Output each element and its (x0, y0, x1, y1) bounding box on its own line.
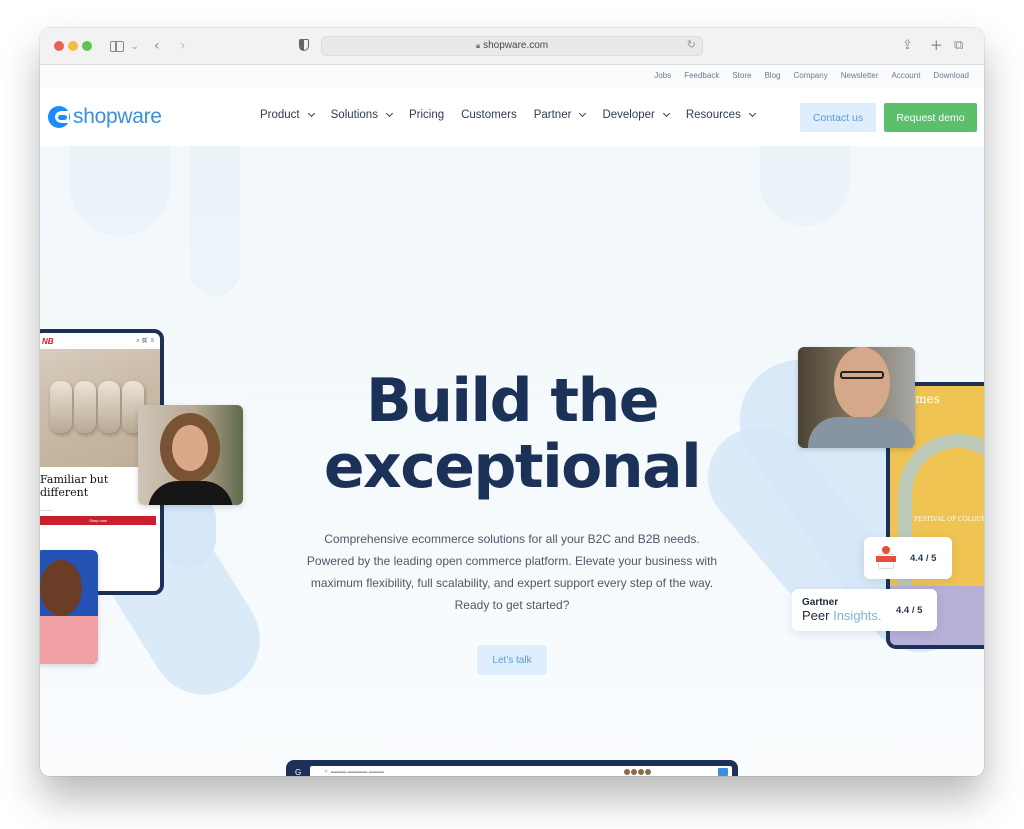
close-window-button[interactable] (54, 41, 64, 51)
nav-item-resources[interactable]: Resources (685, 109, 756, 121)
chevron-down-icon (748, 109, 756, 118)
contact-us-button[interactable]: Contact us (800, 103, 876, 132)
dashboard-breadcrumb: ✕ ▬▬▬ ▬▬▬▬ ▬▬▬ (324, 769, 384, 775)
utility-link-company[interactable]: Company (793, 71, 827, 80)
browser-toolbar: ⌄ ‹ › 🔒︎ shopware.com ↻ ⇪ + ⧉ (40, 28, 984, 65)
nav-item-pricing[interactable]: Pricing (409, 109, 444, 121)
reload-icon[interactable]: ↻ (687, 38, 696, 51)
lock-icon: 🔒︎ (475, 41, 481, 50)
utility-link-jobs[interactable]: Jobs (654, 71, 671, 80)
dashboard-avatars (624, 769, 654, 775)
request-demo-button[interactable]: Request demo (884, 103, 977, 132)
chevron-down-icon (307, 109, 315, 118)
customer-photo-laughing (40, 550, 98, 664)
gartner-brand: Gartner (802, 597, 839, 608)
utility-link-download[interactable]: Download (933, 71, 969, 80)
chevron-down-icon[interactable]: ⌄ (131, 37, 139, 57)
hero-title-line2: exceptional (323, 432, 702, 502)
logo-text: shopware (73, 105, 162, 128)
dashboard-action-button (718, 768, 728, 776)
admin-dashboard-preview: G ✕ ▬▬▬ ▬▬▬▬ ▬▬▬ (286, 760, 738, 776)
sidebar-icon[interactable] (110, 41, 124, 52)
gartner-rating-card: Gartner Peer Insights. 4.4 / 5 (792, 589, 937, 631)
g2-badge-icon (876, 546, 896, 570)
utility-link-newsletter[interactable]: Newsletter (841, 71, 879, 80)
background-shape (190, 146, 240, 296)
g2-rating-card: 4.4 / 5 (864, 537, 952, 579)
chevron-down-icon (579, 109, 587, 118)
background-shape (760, 146, 850, 226)
shopware-logo-icon (48, 106, 70, 128)
g2-rating-value: 4.4 / 5 (910, 552, 937, 564)
chevron-down-icon (385, 109, 393, 118)
chevron-right-icon[interactable]: › (180, 36, 186, 56)
tabs-overview-icon[interactable]: ⧉ (954, 36, 963, 56)
chevron-down-icon (662, 109, 670, 118)
store-logo: NB (42, 336, 54, 346)
utility-link-account[interactable]: Account (892, 71, 921, 80)
utility-nav: Jobs Feedback Store Blog Company Newslet… (40, 65, 984, 89)
nav-label: Product (260, 109, 300, 121)
nav-label: Customers (461, 109, 517, 121)
utility-link-store[interactable]: Store (732, 71, 751, 80)
plus-icon[interactable]: + (930, 35, 943, 55)
gartner-rating-value: 4.4 / 5 (896, 604, 923, 616)
background-shape (70, 146, 170, 236)
share-icon[interactable]: ⇪ (902, 36, 913, 56)
shopware-logo[interactable]: shopware (48, 104, 162, 130)
hero-title: Build the exceptional (40, 368, 984, 500)
gartner-peer: Peer (802, 608, 830, 623)
shield-icon[interactable] (299, 39, 309, 51)
nav-label: Solutions (330, 109, 378, 121)
store-banner: FESTIVAL OF COLOURS (914, 516, 984, 523)
nav-item-developer[interactable]: Developer (602, 109, 670, 121)
hero-title-line1: Build the (365, 366, 660, 436)
nav-label: Pricing (408, 109, 445, 121)
nav-label: Developer (602, 109, 655, 121)
nav-item-partner[interactable]: Partner (533, 109, 587, 121)
nav-item-customers[interactable]: Customers (461, 109, 517, 121)
utility-link-blog[interactable]: Blog (764, 71, 780, 80)
address-bar[interactable]: 🔒︎ shopware.com ↻ (321, 36, 703, 56)
nav-label: Resources (685, 109, 741, 121)
nav-label: Partner (533, 109, 572, 121)
utility-link-feedback[interactable]: Feedback (684, 71, 719, 80)
lets-talk-button[interactable]: Let's talk (477, 645, 547, 675)
zoom-window-button[interactable] (82, 41, 92, 51)
browser-window: ⌄ ‹ › 🔒︎ shopware.com ↻ ⇪ + ⧉ Jobs Feedba… (40, 28, 984, 776)
hero-description: Comprehensive ecommerce solutions for al… (306, 532, 718, 612)
main-nav: shopware Product Solutions Pricing Custo… (40, 89, 984, 146)
store-header-icons: ⌕ 🛒︎ ≡ (136, 338, 154, 344)
gartner-insights: Insights. (833, 608, 882, 623)
minimize-window-button[interactable] (68, 41, 78, 51)
nav-item-solutions[interactable]: Solutions (330, 109, 393, 121)
chevron-left-icon[interactable]: ‹ (154, 36, 160, 56)
hero-section: NB ⌕ 🛒︎ ≡ Familiar but different ——— Sho… (40, 146, 984, 776)
store-shop-button: Shop now (40, 516, 156, 525)
nav-item-product[interactable]: Product (260, 109, 315, 121)
shopware-admin-logo-icon: G (295, 768, 302, 776)
url-text: shopware.com (483, 40, 549, 51)
